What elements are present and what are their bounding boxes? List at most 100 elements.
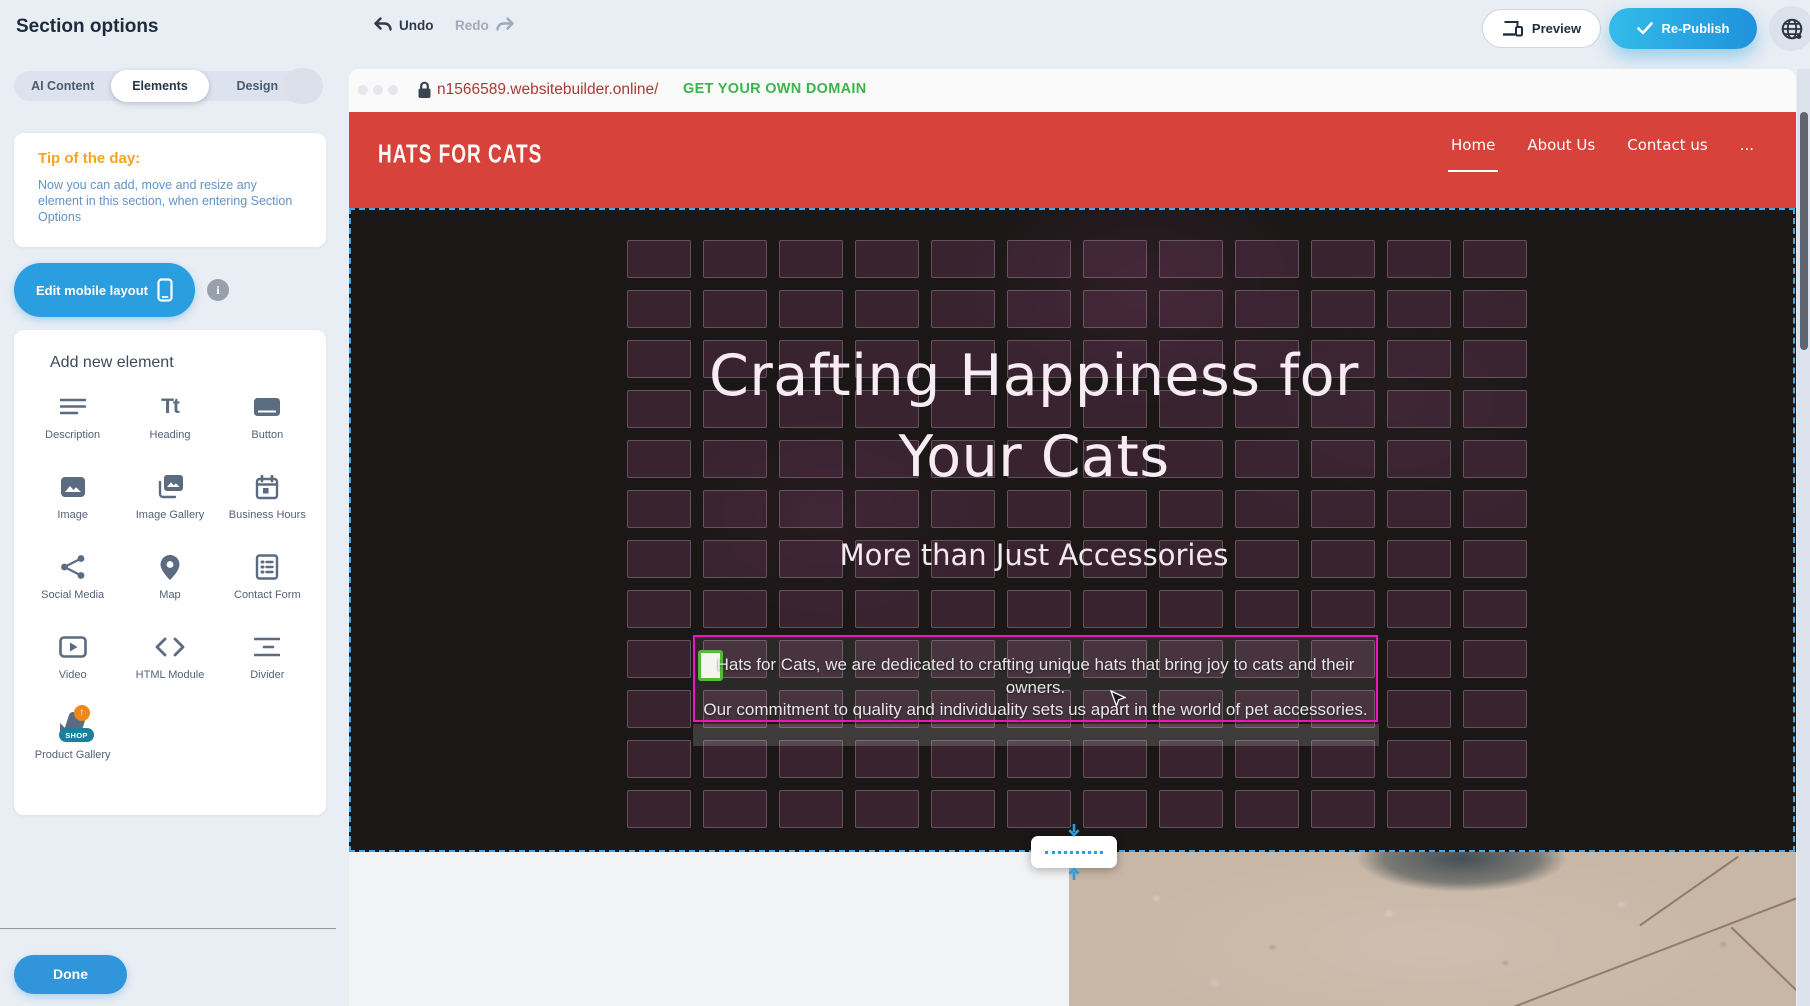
hero-subtitle[interactable]: More than Just Accessories	[634, 538, 1434, 572]
hero-section[interactable]: Crafting Happiness for Your Cats More th…	[349, 208, 1796, 852]
hero-tile	[627, 690, 691, 728]
element-grid: DescriptionTtHeadingButton Image Image Gal…	[24, 392, 316, 778]
hero-tile	[1463, 390, 1527, 428]
element-tile-label: Image Gallery	[136, 509, 204, 522]
tile-seam	[1500, 893, 1796, 1006]
selected-text-element[interactable]: Hats for Cats, we are dedicated to craft…	[693, 635, 1378, 722]
edit-mobile-layout-button[interactable]: Edit mobile layout	[14, 263, 195, 317]
tile-seam	[1731, 927, 1796, 1006]
info-icon[interactable]: i	[207, 279, 229, 301]
element-tile-label: Contact Form	[234, 589, 301, 602]
element-tile-label: Social Media	[41, 589, 104, 602]
hero-tile	[1387, 290, 1451, 328]
element-tile-button[interactable]: Button	[219, 392, 316, 458]
element-tile-product-gallery[interactable]: ↑SHOP Product Gallery	[24, 712, 121, 778]
hero-heading-line2: Your Cats	[634, 417, 1434, 498]
window-dot-icon	[358, 85, 368, 95]
element-tile-social-media[interactable]: Social Media	[24, 552, 121, 618]
element-tile-label: Video	[59, 669, 87, 682]
element-tile-description[interactable]: Description	[24, 392, 121, 458]
hero-tile	[703, 590, 767, 628]
preview-button[interactable]: Preview	[1482, 9, 1601, 48]
check-icon	[1637, 22, 1653, 35]
element-tile-map[interactable]: Map	[121, 552, 218, 618]
element-tile-video[interactable]: Video	[24, 632, 121, 698]
hero-tile	[931, 240, 995, 278]
hero-tile	[855, 290, 919, 328]
hero-tile	[1463, 290, 1527, 328]
browser-chrome-bar: n1566589.websitebuilder.online/ GET YOUR…	[349, 69, 1796, 112]
hero-tile	[1235, 240, 1299, 278]
element-tile-heading[interactable]: TtHeading	[121, 392, 218, 458]
resize-dotted-line	[1045, 851, 1103, 854]
product-gallery-icon: ↑SHOP	[58, 712, 88, 742]
undo-button[interactable]: Undo	[373, 17, 434, 33]
hero-tile	[1463, 540, 1527, 578]
hero-tile	[1387, 790, 1451, 828]
redo-button[interactable]: Redo	[455, 17, 515, 33]
collapsed-panel-tab[interactable]	[283, 68, 323, 104]
hero-tile	[703, 290, 767, 328]
window-dot-icon	[373, 85, 383, 95]
element-tile-image[interactable]: Image	[24, 472, 121, 538]
description-icon	[58, 392, 88, 422]
get-own-domain-link[interactable]: GET YOUR OWN DOMAIN	[683, 81, 866, 97]
hero-tile	[627, 790, 691, 828]
canvas-scrollbar	[1797, 69, 1810, 1006]
hero-heading[interactable]: Crafting Happiness for Your Cats	[634, 336, 1434, 498]
hero-tile	[1159, 790, 1223, 828]
republish-button[interactable]: Re-Publish	[1609, 8, 1757, 49]
hero-tile	[1311, 290, 1375, 328]
hero-tile	[1463, 490, 1527, 528]
site-url: n1566589.websitebuilder.online/	[437, 81, 658, 99]
nav-item-aboutus[interactable]: About Us	[1527, 136, 1595, 158]
tab-ai-content[interactable]: AI Content	[14, 71, 111, 101]
hero-tile	[1007, 590, 1071, 628]
tip-title: Tip of the day:	[38, 150, 140, 167]
nav-item-more[interactable]: ...	[1740, 136, 1754, 158]
tip-of-the-day-card: Tip of the day: Now you can add, move an…	[14, 133, 326, 247]
hero-tile	[1463, 440, 1527, 478]
redo-label: Redo	[455, 18, 489, 33]
html-module-icon	[155, 632, 185, 662]
hero-tile	[1387, 240, 1451, 278]
hero-tile	[1463, 690, 1527, 728]
arrow-down-icon	[1067, 824, 1081, 837]
nav-item-contactus[interactable]: Contact us	[1627, 136, 1707, 158]
hero-paragraph-line2: Our commitment to quality and individual…	[695, 699, 1376, 722]
hero-tile	[1387, 690, 1451, 728]
nav-item-home[interactable]: Home	[1451, 136, 1495, 158]
image-gallery-icon	[155, 472, 185, 502]
hero-tile	[1235, 790, 1299, 828]
element-tile-contact-form[interactable]: Contact Form	[219, 552, 316, 618]
hero-tile	[779, 590, 843, 628]
hero-tile	[779, 240, 843, 278]
element-tile-divider[interactable]: Divider	[219, 632, 316, 698]
edit-mobile-layout-label: Edit mobile layout	[36, 283, 148, 298]
hero-tile	[855, 790, 919, 828]
hero-tile	[1463, 590, 1527, 628]
element-tile-label: Business Hours	[229, 509, 306, 522]
element-tile-label: Product Gallery	[35, 749, 111, 762]
scrollbar-thumb[interactable]	[1800, 112, 1808, 350]
section-resize-handle[interactable]	[1031, 836, 1117, 868]
hero-tile	[1463, 340, 1527, 378]
element-tile-label: Map	[159, 589, 180, 602]
tab-elements[interactable]: Elements	[111, 70, 208, 102]
hero-tile	[627, 240, 691, 278]
language-globe-button[interactable]	[1769, 6, 1810, 51]
done-button[interactable]: Done	[14, 955, 127, 994]
arrow-up-icon	[1067, 867, 1081, 880]
hero-tile	[1007, 290, 1071, 328]
hero-tile	[1387, 590, 1451, 628]
hero-tile	[1083, 590, 1147, 628]
element-tile-business-hours[interactable]: Business Hours	[219, 472, 316, 538]
hero-tile	[1083, 290, 1147, 328]
hero-tile	[1007, 790, 1071, 828]
element-tile-image-gallery[interactable]: Image Gallery	[121, 472, 218, 538]
site-logo[interactable]: HATS FOR CATS	[378, 141, 542, 171]
element-tile-html-module[interactable]: HTML Module	[121, 632, 218, 698]
globe-icon	[1779, 16, 1805, 42]
preview-label: Preview	[1532, 21, 1581, 36]
devices-icon	[1502, 20, 1524, 37]
